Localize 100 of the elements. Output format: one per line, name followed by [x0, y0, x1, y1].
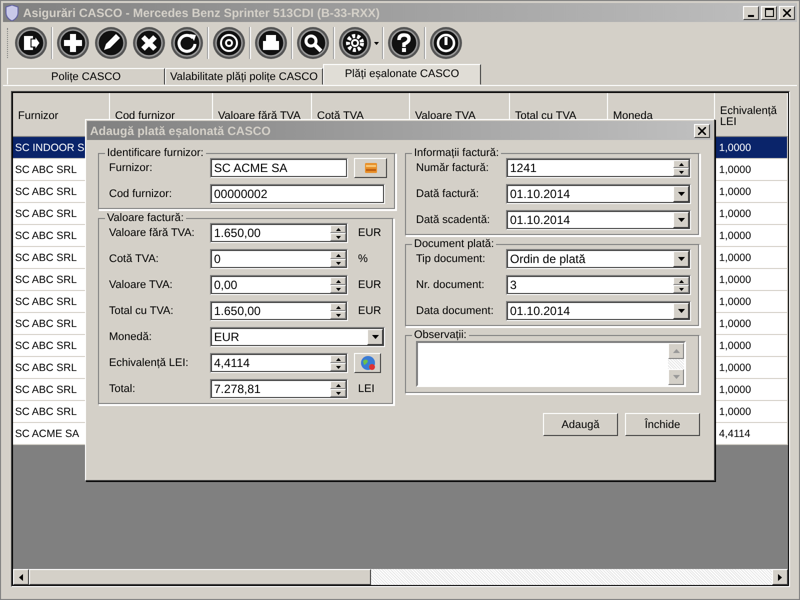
dialog-button[interactable]: Închide	[625, 413, 700, 436]
email-button[interactable]	[212, 26, 246, 60]
close-button[interactable]	[779, 6, 795, 20]
table-cell: 1,0000	[719, 274, 752, 286]
table-cell: 1,0000	[719, 142, 752, 154]
up-arrow-icon	[678, 280, 684, 282]
number-field[interactable]: 3	[506, 275, 691, 295]
field-label: Echivalență LEI:	[109, 357, 190, 369]
vertical-scrollbar[interactable]	[668, 343, 684, 385]
table-cell: 1,0000	[719, 362, 752, 374]
close-icon	[698, 126, 706, 134]
caret-icon	[678, 218, 684, 222]
up-arrow-icon	[336, 384, 340, 386]
exchange-rate-button[interactable]	[354, 353, 381, 373]
tab[interactable]: Polițe CASCO	[7, 68, 165, 85]
table-cell: 1,0000	[719, 186, 752, 198]
input-field[interactable]: SC ACME SA	[210, 158, 348, 178]
up-arrow-icon	[336, 254, 340, 256]
dropdown-field[interactable]: 01.10.2014	[506, 210, 691, 230]
group-title: Document plată:	[413, 238, 496, 250]
caret-icon	[678, 192, 684, 196]
field-label: Total:	[109, 383, 136, 395]
column-header[interactable]: Valoare TVA	[415, 111, 476, 122]
tab[interactable]: Valabilitate plăți polițe CASCO	[165, 68, 323, 85]
exit-button[interactable]	[14, 26, 48, 60]
search-button[interactable]	[296, 26, 330, 60]
table-cell: SC ABC SRL	[15, 164, 77, 176]
number-field[interactable]: 1.650,00	[210, 223, 348, 243]
table-cell: SC ABC SRL	[15, 230, 77, 242]
maximize-button[interactable]	[761, 6, 777, 20]
table-cell: 1,0000	[719, 340, 752, 352]
delete-button[interactable]	[132, 26, 166, 60]
caret-icon	[374, 42, 379, 44]
number-field[interactable]: 0	[210, 249, 348, 269]
number-field[interactable]: 1241	[506, 158, 691, 178]
column-header[interactable]: Moneda	[613, 111, 653, 122]
close-button[interactable]	[694, 124, 710, 138]
left-arrow-icon	[19, 574, 23, 580]
table-cell: SC ABC SRL	[15, 384, 77, 396]
table-cell: SC ABC SRL	[15, 318, 77, 330]
table-cell: SC ABC SRL	[15, 406, 77, 418]
table-cell: 1,0000	[719, 252, 752, 264]
print-button[interactable]	[254, 26, 288, 60]
down-arrow-icon	[336, 288, 340, 290]
field-label: Cotă TVA:	[109, 253, 160, 265]
browse-button[interactable]	[354, 158, 387, 178]
field-label: Data document:	[416, 305, 495, 317]
dropdown-field[interactable]: EUR	[210, 327, 385, 347]
input-field[interactable]: 00000002	[210, 184, 385, 204]
group-title: Informații factură:	[413, 147, 500, 159]
column-header[interactable]: Valoare fără TVA	[218, 111, 301, 122]
refresh-button[interactable]	[170, 26, 204, 60]
add-button[interactable]	[56, 26, 90, 60]
help-button[interactable]	[387, 26, 421, 60]
dropdown-field[interactable]: 01.10.2014	[506, 301, 691, 321]
column-header[interactable]: Cod furnizor	[115, 111, 175, 122]
column-header[interactable]: Furnizor	[18, 111, 58, 122]
table-cell: 1,0000	[719, 406, 752, 418]
dropdown-field[interactable]: Ordin de plată	[506, 249, 691, 269]
number-field[interactable]: 1.650,00	[210, 301, 348, 321]
dialog-title: Adaugă plată eșalonată CASCO	[90, 124, 272, 138]
up-arrow-icon	[678, 162, 684, 166]
minimize-button[interactable]	[743, 6, 759, 20]
table-cell: 1,0000	[719, 384, 752, 396]
minimize-icon	[748, 14, 754, 16]
column-header[interactable]: Cotă TVA	[317, 111, 364, 122]
power-button[interactable]	[429, 26, 463, 60]
field-label: Valoare TVA:	[109, 279, 174, 291]
unit-label: EUR	[358, 305, 382, 317]
table-cell: 1,0000	[719, 230, 752, 242]
right-arrow-icon	[778, 574, 782, 580]
dropdown-field[interactable]: 01.10.2014	[506, 184, 691, 204]
down-arrow-icon	[678, 288, 684, 290]
table-cell: SC INDOOR S	[15, 142, 84, 154]
shield-icon	[5, 4, 19, 20]
maximize-icon	[764, 8, 774, 17]
dialog-button[interactable]: Adaugă	[543, 413, 618, 436]
field-label: Număr factură:	[416, 162, 490, 174]
number-field[interactable]: 4,4114	[210, 353, 348, 373]
table-cell: SC ABC SRL	[15, 252, 77, 264]
edit-button[interactable]	[94, 26, 128, 60]
column-header[interactable]: Echivalență LEI	[720, 106, 783, 128]
notes-field[interactable]	[416, 341, 686, 387]
field-label: Dată factură:	[416, 188, 480, 200]
group-title: Valoare factură:	[106, 212, 185, 224]
unit-label: EUR	[358, 279, 382, 291]
up-arrow-icon	[336, 280, 340, 282]
number-field[interactable]: 0,00	[210, 275, 348, 295]
field-label: Monedă:	[109, 331, 153, 343]
field-label: Furnizor:	[109, 162, 154, 174]
up-arrow-icon	[336, 228, 340, 230]
horizontal-scrollbar[interactable]	[13, 569, 788, 585]
number-field[interactable]: 7.278,81	[210, 379, 348, 399]
globe-icon	[360, 355, 376, 371]
settings-button[interactable]	[338, 26, 379, 60]
column-header[interactable]: Total cu TVA	[515, 111, 576, 122]
table-cell: 1,0000	[719, 164, 752, 176]
field-label: Cod furnizor:	[109, 188, 173, 200]
tab[interactable]: Plăți eșalonate CASCO	[323, 64, 481, 85]
down-arrow-icon	[672, 375, 680, 379]
